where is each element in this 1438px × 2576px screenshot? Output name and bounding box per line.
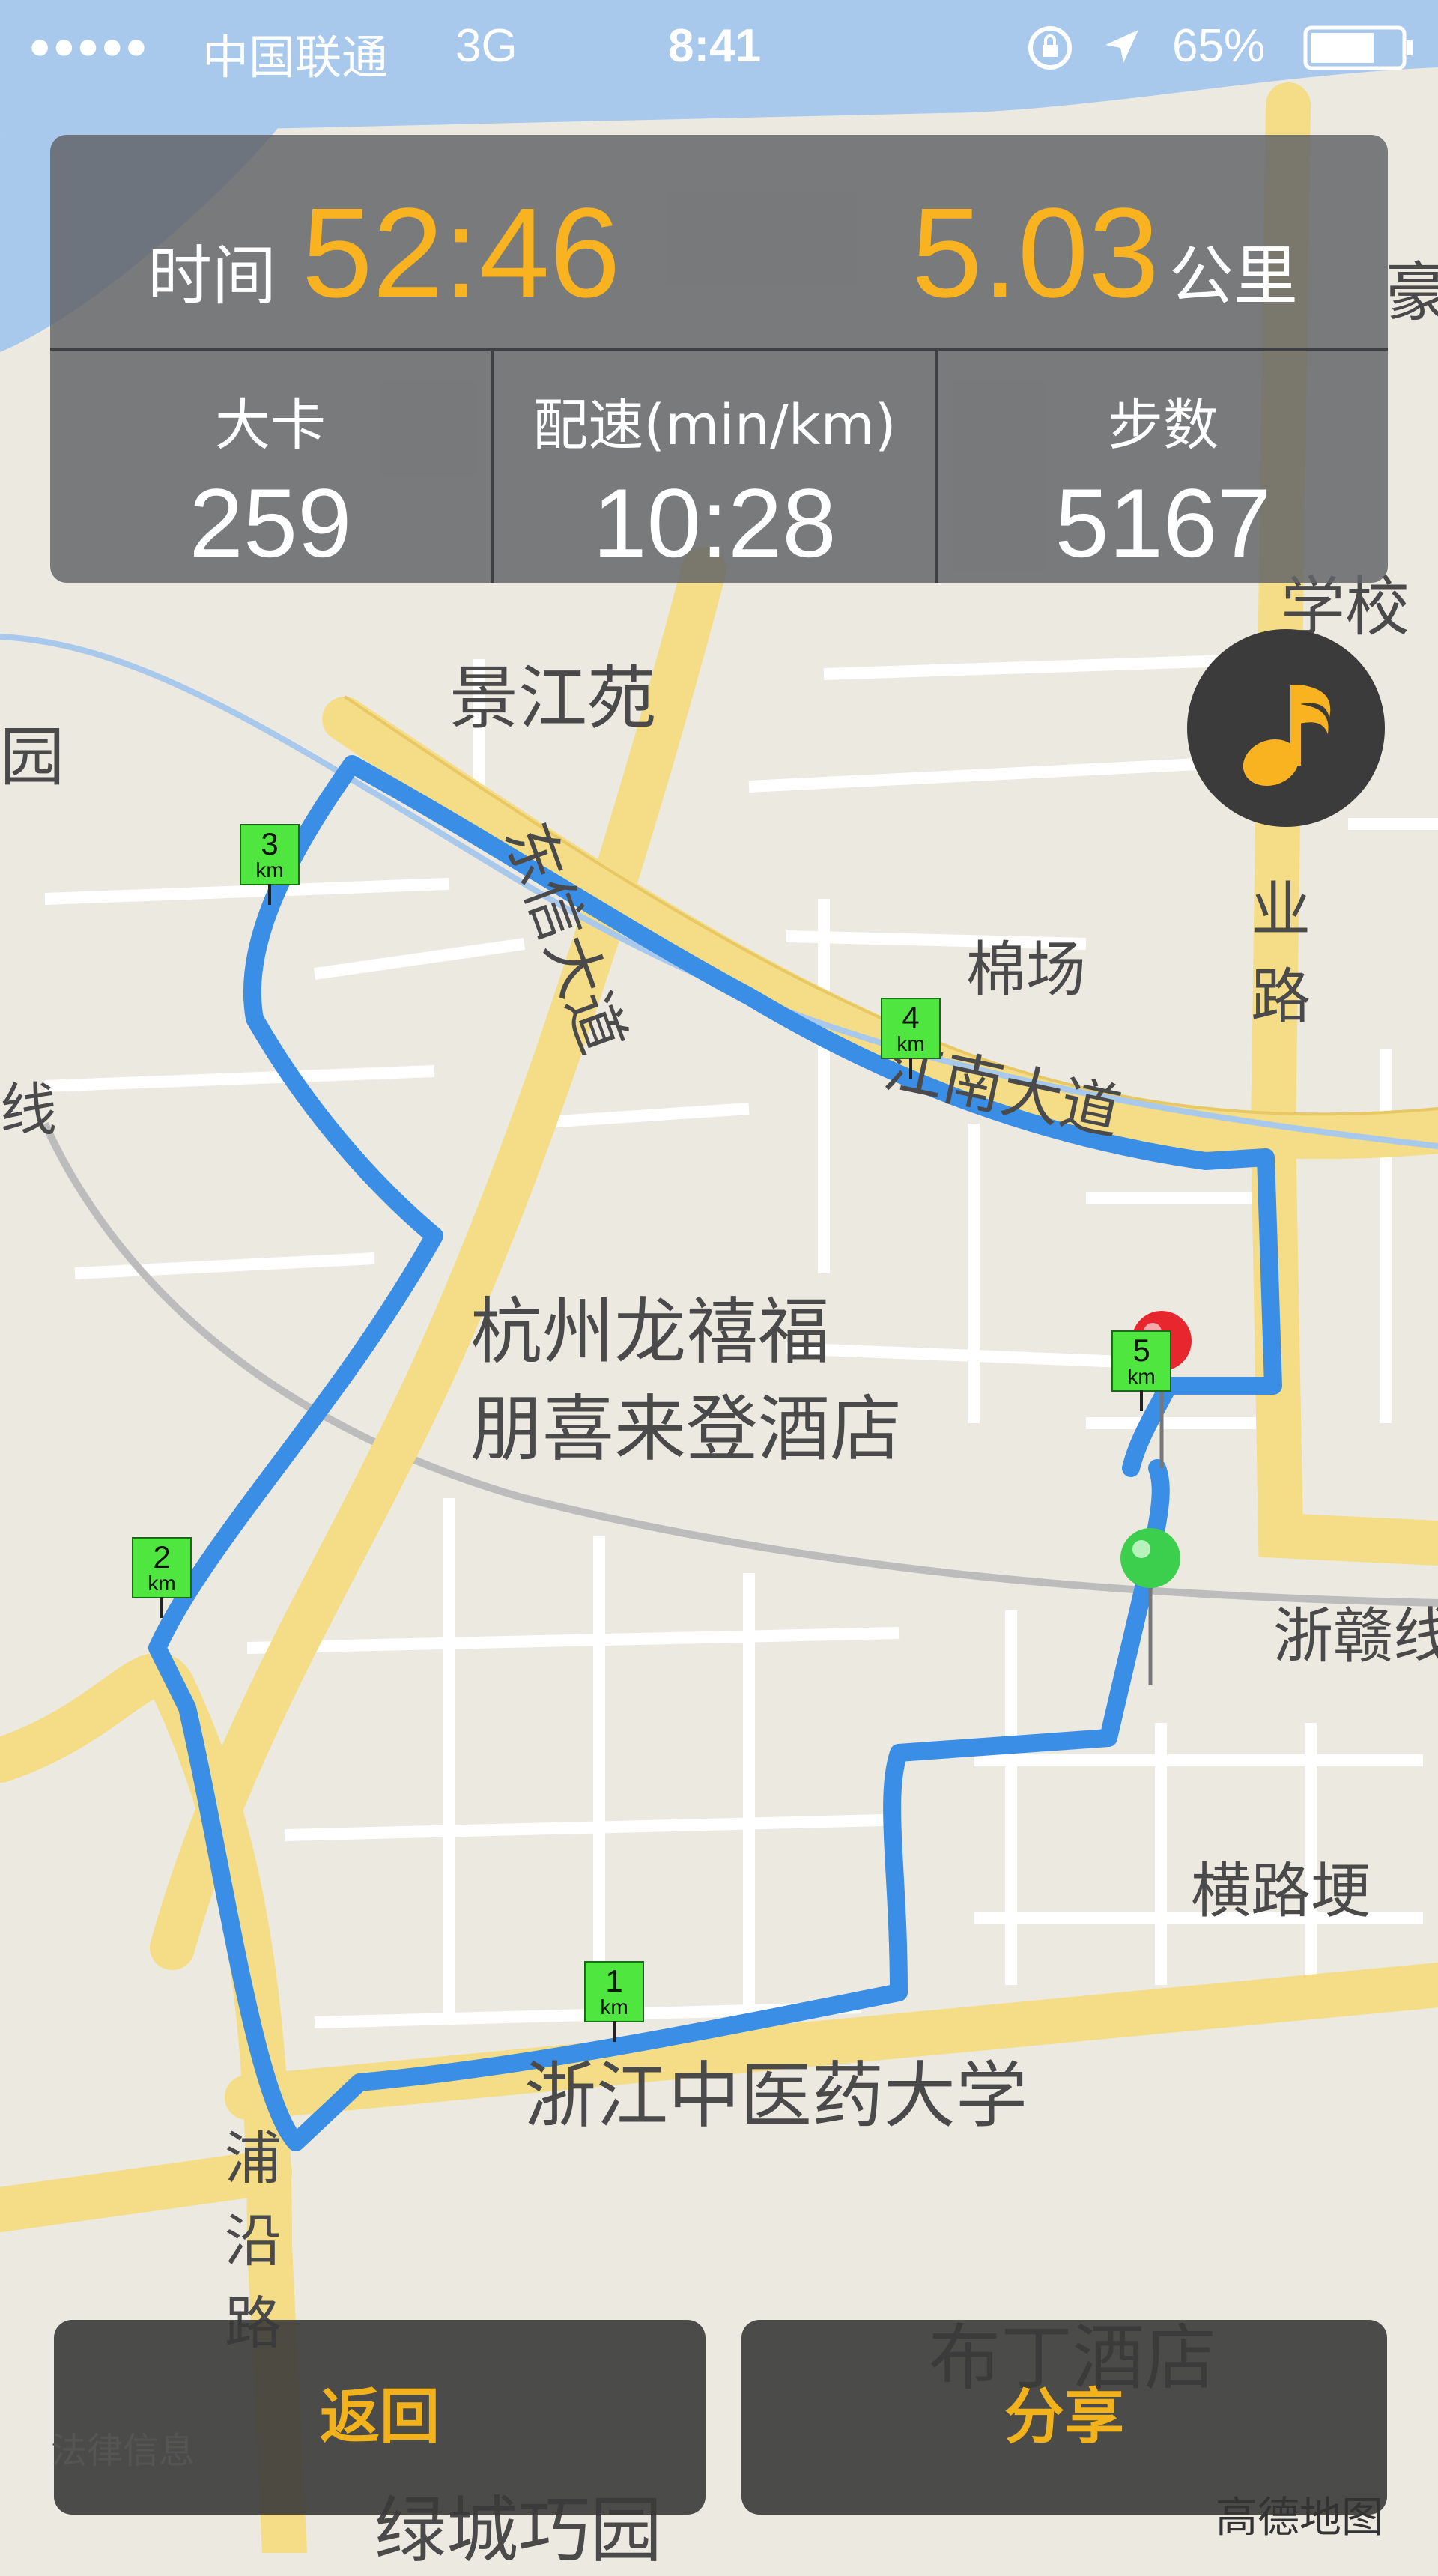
- location-arrow-icon: [1099, 24, 1144, 80]
- km-marker-number: 3: [261, 826, 279, 861]
- time-value: 52:46: [302, 182, 621, 324]
- map-label: 线: [0, 1076, 57, 1143]
- map-label: 浙赣线: [1273, 1601, 1438, 1671]
- network-label: 3G: [455, 20, 518, 72]
- pace-value: 10:28: [592, 468, 837, 578]
- map-label: 横路埂: [1191, 1856, 1371, 1926]
- map-label: 杭州龙禧福: [470, 1290, 830, 1374]
- signal-icon: ●●●●●: [28, 25, 150, 67]
- pace-label: 配速(min/km): [533, 393, 897, 458]
- rotation-lock-icon: [1025, 22, 1076, 85]
- back-button[interactable]: 返回: [54, 2320, 706, 2515]
- time-label: 时间: [148, 239, 276, 314]
- carrier-label: 中国联通: [202, 32, 389, 84]
- stats-panel: 时间 52:46 5.03 公里 大卡 259 配速(min/km) 10:28…: [50, 135, 1388, 583]
- steps-value: 5167: [1055, 468, 1272, 578]
- map-label: 浙江中医药大学: [524, 2054, 1028, 2138]
- km-marker-number: 1: [605, 1963, 623, 1998]
- stats-row-primary: 时间 52:46 5.03 公里: [50, 135, 1388, 351]
- music-button[interactable]: [1187, 629, 1385, 827]
- legal-info-link[interactable]: 法律信息: [51, 2421, 195, 2473]
- battery-percent: 65%: [1172, 20, 1266, 72]
- steps-label: 步数: [1108, 393, 1219, 458]
- status-bar: ●●●●● 中国联通 3G 8:41 65%: [0, 0, 1438, 93]
- map-label: 豪: [1386, 255, 1438, 330]
- distance-value: 5.03: [911, 182, 1159, 324]
- km-marker-2: 2 km: [132, 1537, 192, 1618]
- km-marker-unit: km: [255, 858, 284, 882]
- steps-cell: 步数 5167: [938, 351, 1388, 583]
- km-marker-unit: km: [1127, 1365, 1156, 1388]
- distance-unit: 公里: [1169, 239, 1298, 314]
- battery-icon: [1303, 25, 1416, 82]
- km-marker-3: 3 km: [240, 824, 300, 905]
- map-label: 园: [0, 720, 64, 795]
- pace-cell: 配速(min/km) 10:28: [494, 351, 935, 583]
- calories-cell: 大卡 259: [50, 351, 491, 583]
- km-marker-5: 5 km: [1111, 1330, 1171, 1411]
- map-label: 棉场: [966, 935, 1086, 1004]
- calories-label: 大卡: [215, 393, 326, 458]
- calories-value: 259: [189, 468, 352, 578]
- clock: 8:41: [668, 20, 762, 72]
- km-marker-number: 2: [153, 1539, 171, 1575]
- km-marker-4: 4 km: [881, 998, 941, 1079]
- km-marker-number: 4: [902, 1000, 920, 1035]
- map-label: 朋喜来登酒店: [470, 1387, 902, 1471]
- km-marker-1: 1 km: [584, 1961, 644, 2042]
- music-note-icon: [1243, 685, 1331, 787]
- km-marker-unit: km: [148, 1572, 176, 1595]
- km-marker-unit: km: [600, 1995, 628, 2019]
- km-marker-unit: km: [897, 1032, 925, 1055]
- map-label: 景江苑: [449, 658, 657, 739]
- km-marker-number: 5: [1132, 1333, 1150, 1368]
- map-provider-logo: 高德地图: [1216, 2494, 1383, 2542]
- map-label: 业路: [1251, 875, 1311, 1031]
